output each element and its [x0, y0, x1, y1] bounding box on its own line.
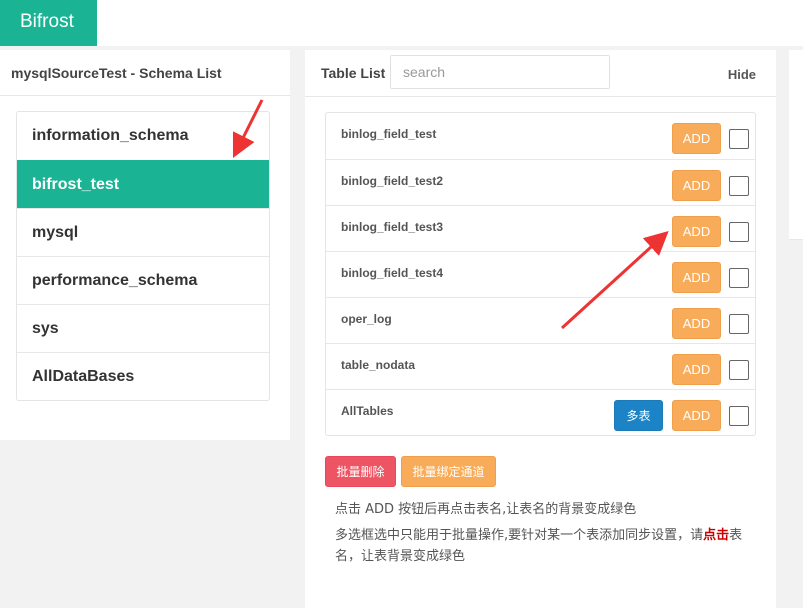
add-button[interactable]: ADD	[672, 400, 721, 431]
multi-table-button[interactable]: 多表	[614, 400, 663, 431]
help-text-checkbox: 多选框选中只能用于批量操作,要针对某一个表添加同步设置，请点击表名，让表背景变成…	[335, 525, 755, 567]
table-name[interactable]: table_nodata	[341, 358, 415, 372]
table-name[interactable]: binlog_field_test2	[341, 174, 443, 188]
schema-item-all-databases[interactable]: AllDataBases	[17, 352, 269, 400]
table-name[interactable]: binlog_field_test	[341, 127, 436, 141]
table-name[interactable]: AllTables	[341, 404, 393, 418]
batch-bind-channel-button[interactable]: 批量绑定通道	[401, 456, 496, 487]
brand-logo[interactable]: Bifrost	[0, 0, 97, 46]
table-panel-header: Table List Hide	[305, 50, 776, 97]
schema-panel: mysqlSourceTest - Schema List informatio…	[0, 50, 290, 440]
table-row: binlog_field_test ADD	[326, 113, 755, 159]
add-button[interactable]: ADD	[672, 308, 721, 339]
schema-list: information_schema bifrost_test mysql pe…	[16, 111, 270, 401]
table-name[interactable]: oper_log	[341, 312, 392, 326]
add-button[interactable]: ADD	[672, 354, 721, 385]
table-search-input[interactable]	[390, 55, 610, 89]
row-checkbox[interactable]	[729, 176, 749, 196]
table-panel-title: Table List	[321, 65, 386, 81]
row-checkbox[interactable]	[729, 268, 749, 288]
table-row: oper_log ADD	[326, 297, 755, 343]
hide-link[interactable]: Hide	[728, 67, 756, 82]
schema-item-performance-schema[interactable]: performance_schema	[17, 256, 269, 304]
help-text-part: 多选框选中只能用于批量操作,要针对某一个表添加同步设置，请	[335, 528, 704, 543]
batch-delete-button[interactable]: 批量删除	[325, 456, 396, 487]
row-checkbox[interactable]	[729, 314, 749, 334]
add-button[interactable]: ADD	[672, 216, 721, 247]
table-name[interactable]: binlog_field_test3	[341, 220, 443, 234]
schema-panel-title: mysqlSourceTest - Schema List	[0, 50, 290, 96]
schema-item-sys[interactable]: sys	[17, 304, 269, 352]
add-button[interactable]: ADD	[672, 170, 721, 201]
add-button[interactable]: ADD	[672, 123, 721, 154]
schema-item-bifrost-test[interactable]: bifrost_test	[17, 160, 269, 208]
schema-item-mysql[interactable]: mysql	[17, 208, 269, 256]
background-panel-edge	[789, 50, 803, 240]
help-text-add: 点击 ADD 按钮后再点击表名,让表名的背景变成绿色	[335, 502, 637, 517]
add-button[interactable]: ADD	[672, 262, 721, 293]
table-list: binlog_field_test ADD binlog_field_test2…	[325, 112, 756, 436]
table-name[interactable]: binlog_field_test4	[341, 266, 443, 280]
table-panel: Table List Hide binlog_field_test ADD bi…	[305, 50, 776, 608]
row-checkbox[interactable]	[729, 222, 749, 242]
row-checkbox[interactable]	[729, 406, 749, 426]
table-row: binlog_field_test4 ADD	[326, 251, 755, 297]
table-row: binlog_field_test3 ADD	[326, 205, 755, 251]
table-row-all-tables: AllTables 多表 ADD	[326, 389, 755, 435]
table-row: binlog_field_test2 ADD	[326, 159, 755, 205]
top-navbar: Bifrost	[0, 0, 803, 46]
row-checkbox[interactable]	[729, 129, 749, 149]
schema-item-information-schema[interactable]: information_schema	[17, 112, 269, 160]
table-row: table_nodata ADD	[326, 343, 755, 389]
row-checkbox[interactable]	[729, 360, 749, 380]
help-text-highlight: 点击	[703, 528, 730, 543]
